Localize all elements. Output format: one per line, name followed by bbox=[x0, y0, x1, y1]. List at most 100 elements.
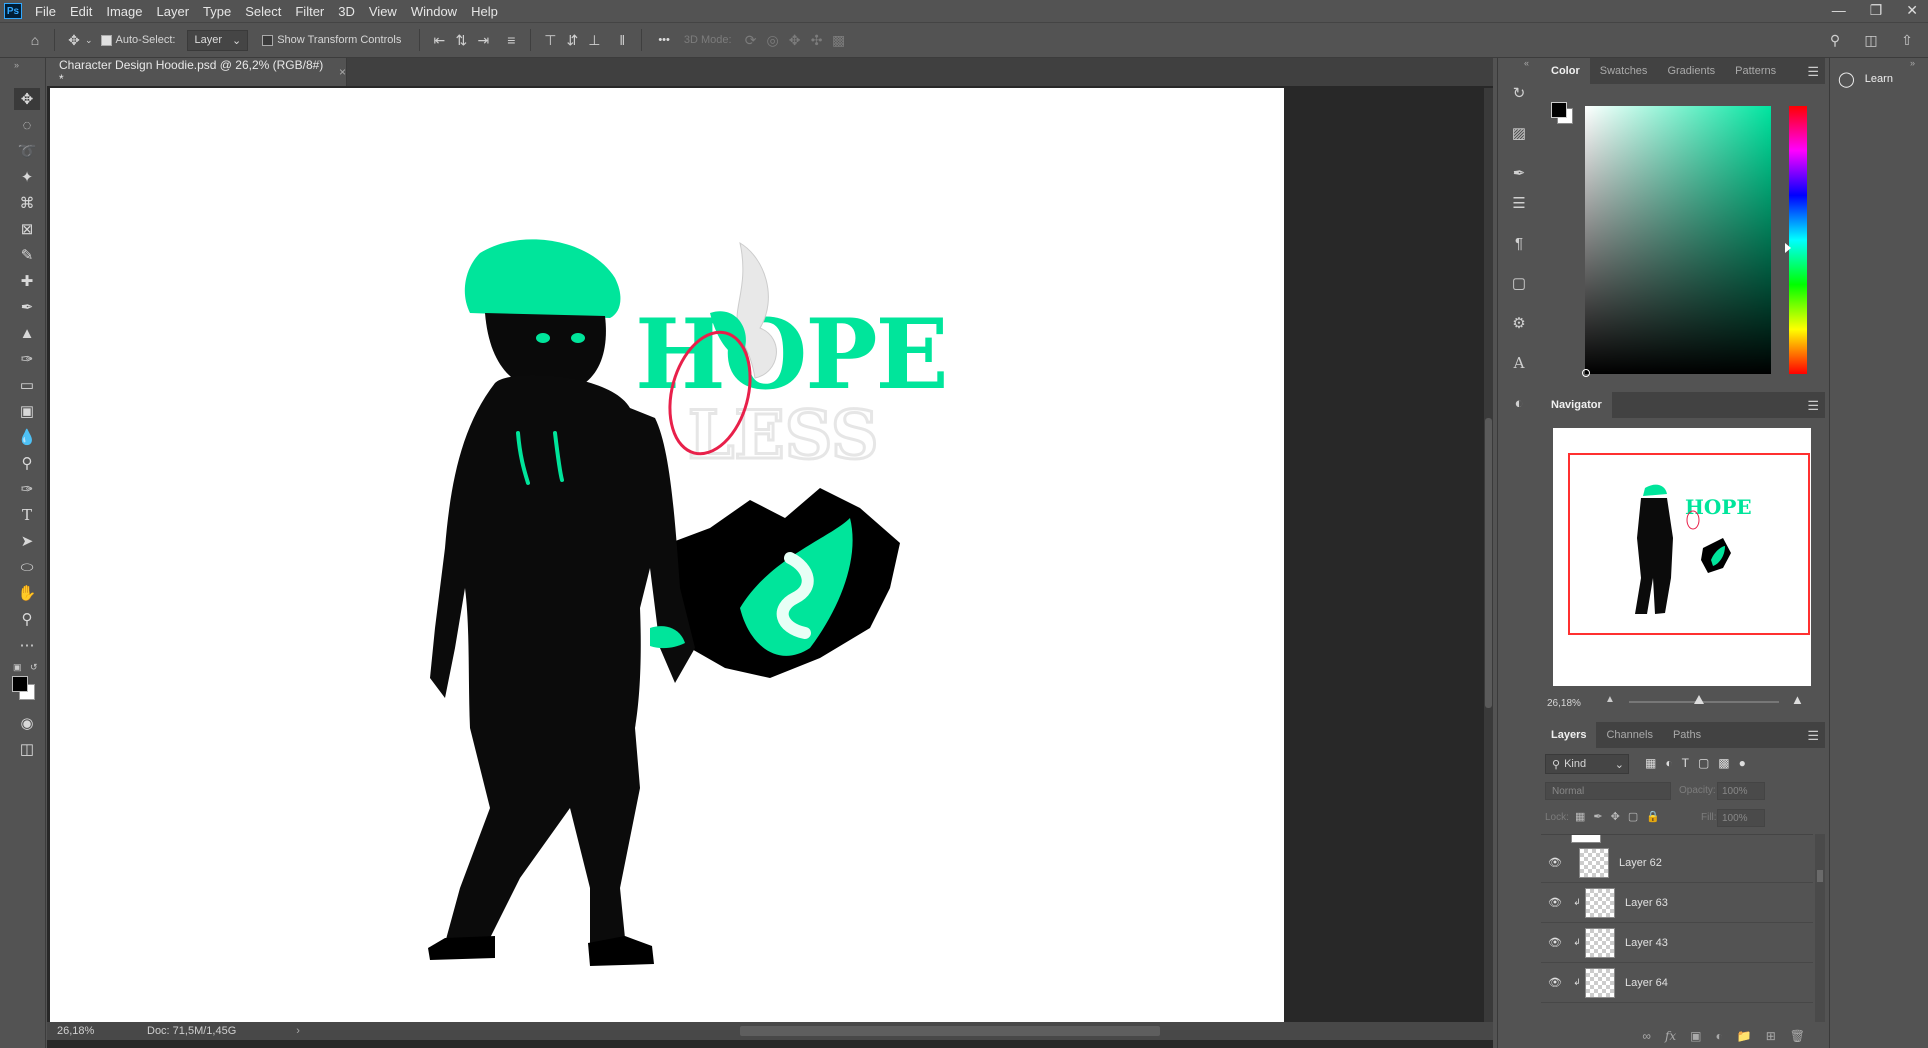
adjustment-layer-icon[interactable]: ◐ bbox=[1716, 1029, 1723, 1043]
tab-patterns[interactable]: Patterns bbox=[1725, 58, 1786, 84]
trash-icon[interactable]: 🗑 bbox=[1790, 1029, 1805, 1043]
close-icon[interactable]: ✕ bbox=[1906, 2, 1918, 19]
opacity-input[interactable]: 100% bbox=[1717, 782, 1765, 800]
checkbox-box[interactable] bbox=[262, 34, 274, 46]
fill-input[interactable]: 100% bbox=[1717, 809, 1765, 827]
3d-camera-icon[interactable]: ▩ bbox=[828, 29, 850, 51]
collapse-chevron-icon[interactable]: « bbox=[1524, 58, 1529, 68]
blur-icon[interactable]: 💧 bbox=[14, 426, 40, 448]
menu-help[interactable]: Help bbox=[464, 4, 505, 19]
history-brush-icon[interactable]: ✑ bbox=[14, 348, 40, 370]
panel-menu-icon[interactable]: ☰ bbox=[1807, 728, 1819, 744]
3d-orbit-icon[interactable]: ⟳ bbox=[740, 29, 762, 51]
3d-cube-icon[interactable]: ▢ bbox=[1508, 272, 1530, 294]
ellipse-marquee-icon[interactable]: ◌ bbox=[14, 114, 40, 136]
horizontal-scrollbar-thumb[interactable] bbox=[739, 1026, 1160, 1036]
color-picker-cursor[interactable] bbox=[1582, 369, 1590, 377]
align-top-icon[interactable]: ⊤ bbox=[539, 29, 561, 51]
move-tool-icon[interactable]: ✥ bbox=[14, 88, 40, 110]
document-tab[interactable]: Character Design Hoodie.psd @ 26,2% (RGB… bbox=[47, 58, 347, 86]
menu-3d[interactable]: 3D bbox=[331, 4, 362, 19]
collapse-chevron-icon[interactable]: » bbox=[1910, 58, 1915, 68]
paragraph-icon[interactable]: ¶ bbox=[1508, 232, 1530, 254]
auto-select-target-select[interactable]: Layer ⌄ bbox=[187, 29, 249, 51]
tab-layers[interactable]: Layers bbox=[1541, 722, 1597, 748]
lock-all-icon[interactable]: 🔒 bbox=[1646, 810, 1660, 823]
character-icon[interactable]: A bbox=[1508, 352, 1530, 374]
layer-row[interactable]: 👁 ↲ Layer 43 bbox=[1541, 923, 1813, 963]
new-layer-icon[interactable]: ⊞ bbox=[1766, 1029, 1776, 1043]
dodge-icon[interactable]: ⚲ bbox=[14, 452, 40, 474]
zoom-out-icon[interactable]: ▲ bbox=[1605, 694, 1615, 705]
zoom-in-icon[interactable]: ▲ bbox=[1791, 692, 1804, 707]
eyedropper-icon[interactable]: ✎ bbox=[14, 244, 40, 266]
menu-view[interactable]: View bbox=[362, 4, 404, 19]
more-options-button[interactable]: ••• bbox=[658, 34, 670, 46]
layer-name[interactable]: Layer 62 bbox=[1619, 857, 1662, 869]
hue-slider-handle[interactable] bbox=[1785, 243, 1791, 253]
foreground-swatch[interactable] bbox=[1551, 102, 1567, 118]
filter-toggle-icon[interactable]: ● bbox=[1739, 756, 1746, 770]
layer-row[interactable]: 👁 ↲ Layer 64 bbox=[1541, 963, 1813, 1003]
align-left-icon[interactable]: ⇤ bbox=[428, 29, 450, 51]
filter-type-icon[interactable]: T bbox=[1682, 756, 1689, 770]
distribute-vertical-icon[interactable]: ‖ bbox=[611, 29, 633, 51]
filter-shape-icon[interactable]: ▢ bbox=[1698, 756, 1709, 770]
learn-button[interactable]: ◯ Learn bbox=[1838, 70, 1893, 88]
adjustments-icon[interactable]: ☰ bbox=[1508, 192, 1530, 214]
add-mask-icon[interactable]: ▣ bbox=[1690, 1029, 1701, 1043]
panel-menu-icon[interactable]: ☰ bbox=[1807, 398, 1819, 414]
more-tools-icon[interactable]: ⋯ bbox=[14, 634, 40, 656]
distribute-icon[interactable]: ≡ bbox=[500, 29, 522, 51]
menu-select[interactable]: Select bbox=[238, 4, 288, 19]
visibility-eye-icon[interactable]: 👁 bbox=[1541, 856, 1569, 869]
healing-brush-icon[interactable]: ✚ bbox=[14, 270, 40, 292]
histogram-icon[interactable]: ▨ bbox=[1508, 122, 1530, 144]
canvas[interactable]: HOPE LESS bbox=[50, 88, 1284, 1022]
menu-edit[interactable]: Edit bbox=[63, 4, 99, 19]
tab-channels[interactable]: Channels bbox=[1596, 722, 1662, 748]
navigator-zoom-slider[interactable] bbox=[1629, 701, 1779, 703]
frame-icon[interactable]: ⊠ bbox=[14, 218, 40, 240]
pen-icon[interactable]: ✑ bbox=[14, 478, 40, 500]
foreground-color-swatch[interactable] bbox=[12, 676, 28, 692]
menu-type[interactable]: Type bbox=[196, 4, 238, 19]
menu-window[interactable]: Window bbox=[404, 4, 464, 19]
tab-paths[interactable]: Paths bbox=[1663, 722, 1711, 748]
lock-transparency-icon[interactable]: ▦ bbox=[1575, 810, 1585, 823]
tab-navigator[interactable]: Navigator bbox=[1541, 392, 1612, 418]
visibility-eye-icon[interactable]: 👁 bbox=[1541, 976, 1569, 989]
visibility-eye-icon[interactable]: 👁 bbox=[1541, 896, 1569, 909]
menu-layer[interactable]: Layer bbox=[150, 4, 197, 19]
layer-row[interactable]: 👁 Layer 62 bbox=[1541, 843, 1813, 883]
layer-name[interactable]: Layer 63 bbox=[1625, 897, 1668, 909]
quick-mask-icon[interactable]: ◉ bbox=[14, 712, 40, 734]
brush-settings-icon[interactable]: ✒ bbox=[1508, 162, 1530, 184]
3d-roll-icon[interactable]: ◎ bbox=[762, 29, 784, 51]
gradient-icon[interactable]: ▣ bbox=[14, 400, 40, 422]
align-right-icon[interactable]: ⇥ bbox=[472, 29, 494, 51]
layers-scrollbar[interactable] bbox=[1815, 834, 1825, 1022]
eraser-icon[interactable]: ▭ bbox=[14, 374, 40, 396]
layer-filter-select[interactable]: ⚲ Kind ⌄ bbox=[1545, 754, 1629, 774]
status-expand-icon[interactable]: › bbox=[296, 1025, 300, 1037]
magic-wand-icon[interactable]: ✦ bbox=[14, 166, 40, 188]
navigator-zoom[interactable]: 26,18% bbox=[1547, 698, 1581, 709]
filter-adjustment-icon[interactable]: ◐ bbox=[1665, 756, 1672, 770]
collapse-chevron-icon[interactable]: » bbox=[14, 60, 19, 70]
zoom-readout[interactable]: 26,18% bbox=[57, 1025, 127, 1037]
blend-mode-select[interactable]: Normal bbox=[1545, 782, 1671, 800]
layer-name[interactable]: Layer 43 bbox=[1625, 937, 1668, 949]
tab-color[interactable]: Color bbox=[1541, 58, 1590, 84]
new-group-icon[interactable]: 📁 bbox=[1737, 1029, 1752, 1043]
color-field[interactable] bbox=[1582, 106, 1771, 377]
screen-mode-icon[interactable]: ◫ bbox=[14, 738, 40, 760]
menu-file[interactable]: File bbox=[28, 4, 63, 19]
visibility-eye-icon[interactable]: 👁 bbox=[1541, 936, 1569, 949]
chevron-down-icon[interactable]: ⌄ bbox=[85, 35, 93, 46]
link-layers-icon[interactable]: ∞ bbox=[1642, 1029, 1651, 1043]
type-tool-icon[interactable]: T bbox=[14, 504, 40, 526]
crop-icon[interactable]: ⌘ bbox=[14, 192, 40, 214]
scrollbar-thumb[interactable] bbox=[1485, 418, 1492, 708]
layer-row[interactable]: 👁 ↲ Layer 63 bbox=[1541, 883, 1813, 923]
